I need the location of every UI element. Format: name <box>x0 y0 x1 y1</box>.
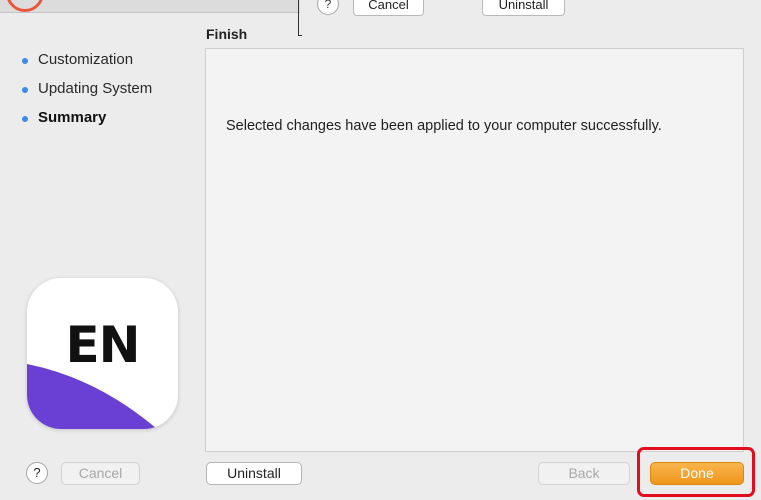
step-bullet <box>22 58 28 64</box>
background-cancel-button[interactable]: Cancel <box>353 0 424 16</box>
step-bullet <box>22 87 28 93</box>
step-label: Customization <box>38 51 134 68</box>
back-button[interactable]: Back <box>538 462 630 485</box>
background-window-titlebar <box>0 0 300 13</box>
content-panel <box>205 48 744 452</box>
help-button[interactable]: ? <box>26 462 48 484</box>
annotation-line-foot <box>298 35 302 36</box>
step-summary: Summary <box>22 106 152 135</box>
step-updating-system: Updating System <box>22 77 152 106</box>
background-help-button[interactable]: ? <box>317 0 339 15</box>
app-icon-text: EN <box>65 316 140 374</box>
done-highlight-box <box>637 447 755 497</box>
app-icon: EN <box>27 278 178 429</box>
annotation-line <box>298 0 299 36</box>
success-message: Selected changes have been applied to yo… <box>226 118 662 134</box>
cancel-button[interactable]: Cancel <box>61 462 140 485</box>
step-customization: Customization <box>22 48 152 77</box>
installer-steps: Customization Updating System Summary <box>22 48 152 135</box>
section-title: Finish <box>206 26 248 42</box>
step-bullet <box>22 116 28 122</box>
step-label: Summary <box>38 109 107 126</box>
background-uninstall-button[interactable]: Uninstall <box>482 0 565 16</box>
step-label: Updating System <box>38 80 153 97</box>
uninstall-button[interactable]: Uninstall <box>206 462 302 485</box>
